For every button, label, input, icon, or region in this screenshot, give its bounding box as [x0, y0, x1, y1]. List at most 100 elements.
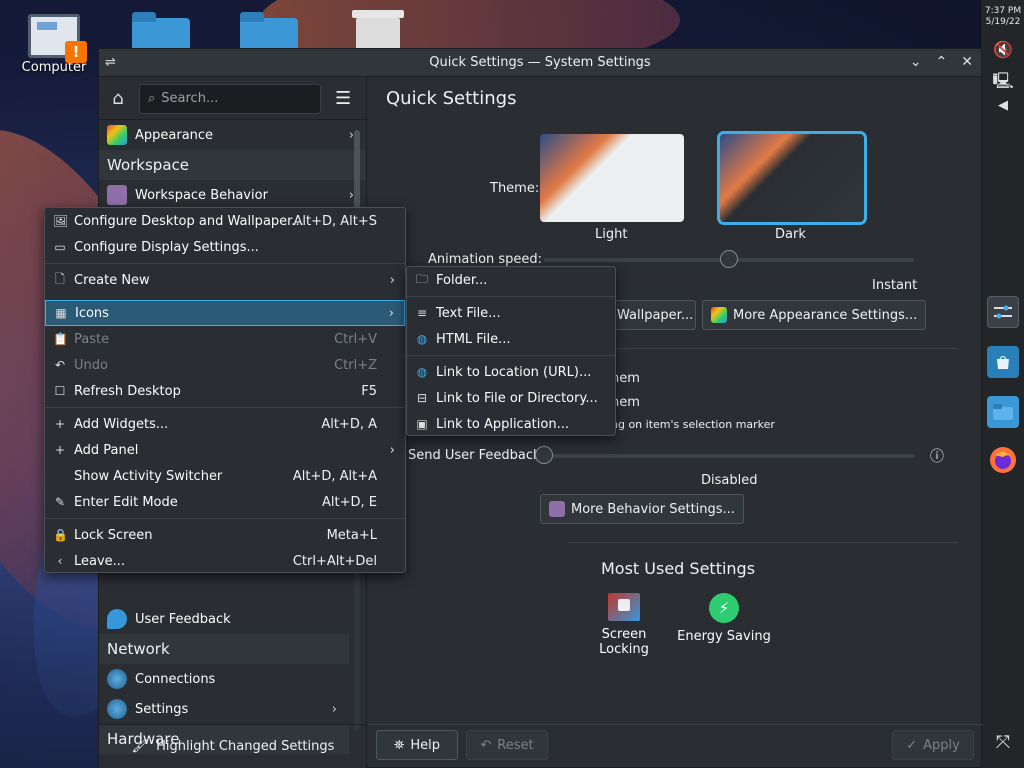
click-behavior-option-3[interactable]: ng on item's selection marker	[611, 418, 775, 431]
more-appearance-label: More Appearance Settings...	[733, 307, 918, 323]
menu-separator	[407, 296, 615, 297]
sidebar-item-label: Connections	[135, 671, 216, 687]
plus-icon: +	[54, 443, 66, 457]
submenu-item-link-url[interactable]: ◍ Link to Location (URL)...	[407, 359, 615, 385]
task-system-settings-icon[interactable]	[987, 296, 1019, 328]
send-feedback-label: Send User Feedback:	[408, 448, 545, 463]
pencil-icon: ✎	[54, 495, 66, 509]
menu-item-icons[interactable]: ▦ Icons ›	[45, 300, 405, 326]
wallpaper-button[interactable]: Wallpaper...	[608, 300, 696, 330]
animation-speed-knob[interactable]	[720, 250, 738, 268]
task-dolphin-icon[interactable]	[987, 396, 1019, 428]
paste-icon: 📋	[53, 332, 68, 346]
sidebar-item-connections[interactable]: Connections	[99, 664, 349, 694]
page-title: Quick Settings	[386, 88, 517, 109]
theme-dark-thumbnail[interactable]	[717, 131, 867, 225]
separator	[368, 724, 983, 725]
submenu-item-link-application[interactable]: ▣ Link to Application...	[407, 411, 615, 437]
apply-button[interactable]: ✓ Apply	[892, 730, 974, 760]
network-icon[interactable]: 🖳	[981, 70, 1024, 97]
home-icon[interactable]: ⌂	[107, 88, 129, 110]
globe-icon	[107, 669, 127, 689]
hamburger-menu-icon[interactable]: ☰	[335, 88, 351, 109]
submenu-item-label: Folder...	[436, 272, 488, 288]
workspace-behavior-icon	[107, 185, 127, 205]
menu-item-create-new[interactable]: 🗋 Create New ›	[45, 267, 405, 293]
sidebar-category-workspace: Workspace	[99, 150, 366, 180]
theme-label: Theme:	[490, 181, 540, 196]
sidebar-item-network-settings[interactable]: Settings ›	[99, 694, 349, 724]
search-box[interactable]: ⌕	[139, 83, 321, 114]
menu-separator	[407, 355, 615, 356]
submenu-item-folder[interactable]: 🗀 Folder...	[407, 267, 615, 293]
most-used-energy-saving[interactable]: ⚡ Energy Saving	[674, 593, 774, 644]
sidebar-item-user-feedback[interactable]: User Feedback	[99, 604, 349, 634]
menu-shortcut: Ctrl+V	[334, 331, 377, 347]
menu-item-lock-screen[interactable]: 🔒 Lock Screen Meta+L	[45, 522, 405, 548]
menu-shortcut: Ctrl+Z	[334, 357, 377, 373]
search-input[interactable]	[161, 91, 302, 106]
peek-desktop-icon[interactable]: ⤧	[981, 732, 1024, 753]
clock-date: 5/19/22	[985, 17, 1021, 27]
submenu-item-link-file[interactable]: ⊟ Link to File or Directory...	[407, 385, 615, 411]
submenu-item-text-file[interactable]: ≡ Text File...	[407, 300, 615, 326]
minimize-icon[interactable]: ⌄	[910, 54, 922, 70]
maximize-icon[interactable]: ⌃	[936, 54, 948, 70]
menu-item-paste[interactable]: 📋 Paste Ctrl+V	[45, 326, 405, 352]
menu-item-undo[interactable]: ↶ Undo Ctrl+Z	[45, 352, 405, 378]
submenu-item-label: Link to File or Directory...	[436, 390, 598, 406]
menu-item-edit-mode[interactable]: ✎ Enter Edit Mode Alt+D, E	[45, 489, 405, 515]
user-feedback-knob[interactable]	[535, 446, 553, 464]
icons-icon: ▦	[55, 306, 67, 320]
plus-icon: +	[54, 417, 66, 431]
clock-time: 7:37 PM	[984, 6, 1022, 16]
task-discover-icon[interactable]	[987, 346, 1019, 378]
right-panel: 7:37 PM 5/19/22 🔇 🖳 ◀ ⤧	[980, 0, 1024, 768]
reset-button[interactable]: ↶ Reset	[466, 730, 548, 760]
refresh-icon: ☐	[54, 384, 66, 398]
info-icon[interactable]: ⓘ	[930, 446, 944, 466]
task-firefox-icon[interactable]	[987, 444, 1019, 476]
menu-item-refresh-desktop[interactable]: ☐ Refresh Desktop F5	[45, 378, 405, 404]
volume-muted-icon[interactable]: 🔇	[981, 40, 1024, 59]
globe-icon: ◍	[416, 332, 428, 346]
most-used-screen-locking[interactable]: Screen Locking	[594, 593, 654, 657]
more-appearance-button[interactable]: More Appearance Settings...	[702, 300, 927, 330]
tray-expand-icon[interactable]: ◀	[981, 98, 1024, 113]
menu-item-label: Add Panel	[74, 442, 139, 458]
help-button[interactable]: ⛯ Help	[376, 730, 458, 760]
menu-item-add-widgets[interactable]: + Add Widgets... Alt+D, A	[45, 411, 405, 437]
clock[interactable]: 7:37 PM 5/19/22	[981, 6, 1024, 28]
screen-lock-icon	[608, 593, 640, 621]
window-titlebar[interactable]: ⇌ Quick Settings — System Settings ⌄ ⌃ ✕	[99, 49, 981, 77]
menu-item-configure-desktop[interactable]: 🖼 Configure Desktop and Wallpaper... Alt…	[45, 208, 405, 234]
sidebar-item-workspace-behavior[interactable]: Workspace Behavior ›	[99, 180, 366, 210]
more-behavior-button[interactable]: More Behavior Settings...	[540, 494, 744, 524]
scrollbar-thumb[interactable]	[354, 130, 360, 210]
menu-item-add-panel[interactable]: + Add Panel ›	[45, 437, 405, 463]
separator	[568, 542, 958, 543]
lightning-icon: ⚡	[709, 593, 739, 623]
close-icon[interactable]: ✕	[961, 54, 973, 70]
user-feedback-slider[interactable]	[544, 454, 914, 458]
sidebar-category-network: Network	[99, 634, 349, 664]
more-behavior-label: More Behavior Settings...	[571, 501, 735, 517]
separator	[568, 348, 958, 349]
submenu-item-label: Text File...	[436, 305, 501, 321]
menu-item-configure-display[interactable]: ▭ Configure Display Settings...	[45, 234, 405, 260]
menu-item-activity-switcher[interactable]: Show Activity Switcher Alt+D, Alt+A	[45, 463, 405, 489]
application-icon: ▣	[416, 417, 428, 431]
menu-shortcut: Alt+D, E	[322, 494, 377, 510]
sidebar-item-appearance[interactable]: Appearance ›	[99, 120, 366, 150]
desktop-wallpaper-icon: 🖼	[53, 214, 69, 228]
sidebar-item-label: Workspace Behavior	[135, 187, 268, 203]
desktop-computer[interactable]: ! Computer	[18, 14, 90, 75]
menu-separator	[45, 518, 405, 519]
menu-separator	[45, 263, 405, 264]
highlight-changed-button[interactable]: 🖌 Highlight Changed Settings	[99, 724, 367, 768]
menu-item-leave[interactable]: ‹ Leave... Ctrl+Alt+Del	[45, 548, 405, 574]
submenu-item-html-file[interactable]: ◍ HTML File...	[407, 326, 615, 352]
window-menu-icon[interactable]: ⇌	[105, 55, 116, 70]
theme-light-thumbnail[interactable]	[540, 134, 684, 222]
sidebar-item-label: Appearance	[135, 127, 214, 143]
